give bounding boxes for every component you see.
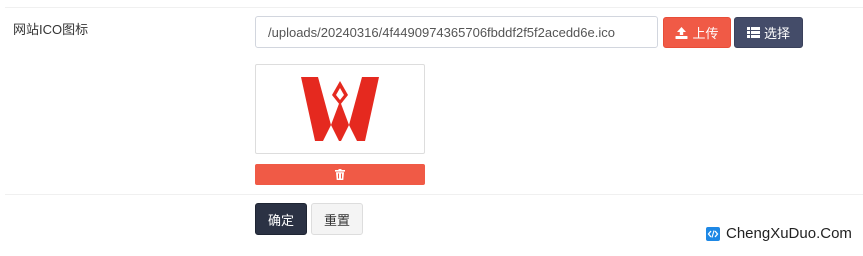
watermark-text: ChengXuDuo.Com [726, 225, 852, 242]
list-icon [746, 27, 760, 38]
confirm-button[interactable]: 确定 [255, 203, 307, 235]
upload-label: 上传 [692, 26, 719, 41]
upload-icon [675, 26, 688, 39]
reset-button[interactable]: 重置 [311, 203, 363, 235]
upload-button[interactable]: 上传 [663, 17, 731, 48]
form-page: 网站ICO图标 上传 选择 [0, 0, 863, 256]
divider-actions [5, 194, 863, 195]
trash-icon [335, 169, 345, 180]
watermark: ChengXuDuo.Com [706, 225, 852, 242]
divider-top [5, 7, 863, 8]
delete-image-button[interactable] [255, 164, 425, 185]
favicon-preview [255, 64, 425, 154]
field-label-favicon: 网站ICO图标 [13, 22, 89, 37]
choose-label: 选择 [763, 26, 790, 41]
code-icon [706, 226, 720, 241]
choose-button[interactable]: 选择 [734, 17, 803, 48]
w-logo [301, 77, 379, 141]
favicon-path-input[interactable] [255, 16, 658, 48]
